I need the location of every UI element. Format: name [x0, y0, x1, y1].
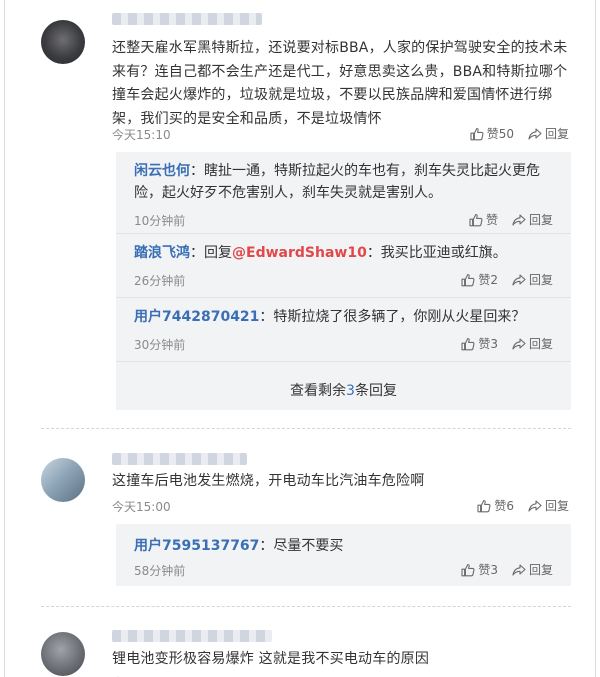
like-button[interactable]: 赞6	[477, 497, 514, 514]
reply-label: 回复	[528, 337, 553, 351]
reply-time: 58分钟前	[134, 564, 186, 578]
like-count: 赞50	[486, 127, 514, 141]
reply-label: 回复	[544, 127, 569, 141]
share-arrow-icon	[512, 563, 526, 577]
username-blurred[interactable]	[112, 630, 272, 642]
share-arrow-icon	[528, 127, 542, 141]
reply-button[interactable]: 回复	[512, 561, 553, 578]
thumb-up-icon	[477, 499, 491, 513]
like-button[interactable]: 赞3	[461, 335, 498, 352]
reply-actions: 赞3 回复	[461, 561, 553, 578]
reply-separator: ：	[190, 245, 204, 261]
like-button[interactable]: 赞3	[461, 561, 498, 578]
like-count: 赞	[485, 213, 498, 227]
reply-actions: 赞2 回复	[461, 271, 553, 288]
reply-actions: 赞 回复	[469, 211, 553, 228]
thumb-up-icon	[461, 563, 475, 577]
reply-content: 用户7442870421：特斯拉烧了很多辆了，你刚从火星回来？	[134, 306, 554, 328]
reply-list: 闲云也何：瞎扯一通，特斯拉起火的车也有，刹车失灵比起火更危险，起火好歹不危害别人…	[116, 152, 571, 410]
reply-text: ：我买比亚迪或红旗。	[366, 245, 507, 261]
reply-content: 踏浪飞鸿：回复@EdwardShaw10：我买比亚迪或红旗。	[134, 242, 554, 264]
reply-label: 回复	[528, 213, 553, 227]
username-blurred[interactable]	[112, 13, 262, 25]
reply-separator: ：	[190, 163, 204, 179]
comment-text: 锂电池变形极容易爆炸 这就是我不买电动车的原因	[112, 651, 430, 667]
comment-time: 今天15:00	[112, 500, 171, 514]
like-button[interactable]: 赞	[469, 211, 498, 228]
like-button[interactable]: 赞50	[470, 125, 514, 142]
reply-time: 26分钟前	[134, 274, 186, 288]
comment-feed: 还整天雇水军黑特斯拉，还说要对标BBA，人家的保护驾驶安全的技术未来有？连自己都…	[4, 0, 596, 677]
reply-content: 用户7595137767：尽量不要买	[134, 535, 554, 557]
view-more-suffix: 条回复	[354, 383, 397, 399]
comment-divider	[41, 606, 571, 607]
reply-username[interactable]: 用户7442870421	[134, 309, 259, 325]
reply-button[interactable]: 回复	[512, 335, 553, 352]
reply-actions: 赞3 回复	[461, 335, 553, 352]
reply-button[interactable]: 回复	[512, 271, 553, 288]
thumb-up-icon	[470, 127, 484, 141]
reply-button[interactable]: 回复	[512, 211, 553, 228]
reply-username[interactable]: 踏浪飞鸿	[134, 245, 190, 261]
reply-separator: ：	[259, 538, 274, 554]
thumb-up-icon	[461, 337, 475, 351]
like-count: 赞3	[478, 337, 498, 351]
reply-username[interactable]: 用户7595137767	[134, 538, 259, 554]
reply-button[interactable]: 回复	[528, 497, 569, 514]
reply-item: 踏浪飞鸿：回复@EdwardShaw10：我买比亚迪或红旗。 26分钟前 赞2 …	[116, 234, 571, 298]
share-arrow-icon	[512, 213, 526, 227]
like-button[interactable]: 赞2	[461, 271, 498, 288]
comment-text: 还整天雇水军黑特斯拉，还说要对标BBA，人家的保护驾驶安全的技术未来有？连自己都…	[112, 40, 568, 127]
avatar[interactable]	[41, 20, 85, 64]
view-more-replies[interactable]: 查看剩余3条回复	[116, 380, 571, 400]
thumb-up-icon	[461, 273, 475, 287]
share-arrow-icon	[528, 499, 542, 513]
reply-list: 用户7595137767：尽量不要买 58分钟前 赞3 回复	[116, 524, 571, 586]
comment-divider	[41, 428, 571, 429]
reply-item: 用户7595137767：尽量不要买 58分钟前 赞3 回复	[116, 524, 571, 586]
reply-label: 回复	[528, 273, 553, 287]
remaining-count: 3	[346, 383, 355, 399]
reply-time: 10分钟前	[134, 214, 186, 228]
avatar[interactable]	[41, 632, 85, 676]
reply-label: 回复	[528, 563, 553, 577]
comment-time: 今天15:10	[112, 128, 171, 142]
like-count: 赞2	[478, 273, 498, 287]
username-blurred[interactable]	[112, 453, 247, 465]
comment-actions: 赞6 回复	[477, 497, 569, 514]
avatar[interactable]	[41, 458, 85, 502]
like-count: 赞3	[478, 563, 498, 577]
view-more-prefix: 查看剩余	[290, 383, 347, 399]
like-count: 赞6	[494, 499, 514, 513]
share-arrow-icon	[512, 273, 526, 287]
thumb-up-icon	[469, 213, 483, 227]
reply-label: 回复	[544, 499, 569, 513]
reply-separator: ：	[259, 309, 274, 325]
reply-item: 闲云也何：瞎扯一通，特斯拉起火的车也有，刹车失灵比起火更危险，起火好歹不危害别人…	[116, 152, 571, 234]
reply-button[interactable]: 回复	[528, 125, 569, 142]
reply-username[interactable]: 闲云也何	[134, 163, 190, 179]
share-arrow-icon	[512, 337, 526, 351]
reply-prefix: 回复	[204, 245, 232, 261]
comment-text: 这撞车后电池发生燃烧，开电动车比汽油车危险啊	[112, 473, 425, 489]
reply-content: 闲云也何：瞎扯一通，特斯拉起火的车也有，刹车失灵比起火更危险，起火好歹不危害别人…	[134, 160, 554, 204]
reply-time: 30分钟前	[134, 338, 186, 352]
reply-text: 特斯拉烧了很多辆了，你刚从火星回来？	[273, 309, 526, 325]
reply-text: 尽量不要买	[273, 538, 344, 554]
reply-item: 用户7442870421：特斯拉烧了很多辆了，你刚从火星回来？ 30分钟前 赞3…	[116, 298, 571, 362]
comment-actions: 赞50 回复	[470, 125, 569, 142]
mention-link[interactable]: @EdwardShaw10	[232, 245, 367, 261]
